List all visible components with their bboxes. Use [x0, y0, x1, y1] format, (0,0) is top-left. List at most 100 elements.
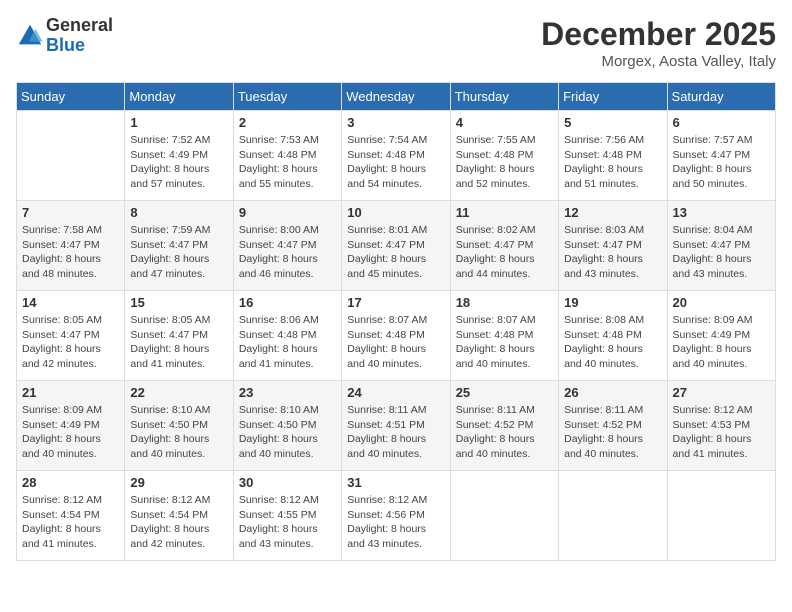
- cell-content: Sunrise: 8:11 AMSunset: 4:52 PMDaylight:…: [456, 403, 553, 462]
- day-number: 13: [673, 205, 770, 220]
- day-number: 12: [564, 205, 661, 220]
- day-number: 17: [347, 295, 444, 310]
- day-header-sunday: Sunday: [17, 83, 125, 111]
- day-number: 1: [130, 115, 227, 130]
- page-header: General Blue December 2025 Morgex, Aosta…: [16, 16, 776, 70]
- day-number: 27: [673, 385, 770, 400]
- day-number: 10: [347, 205, 444, 220]
- calendar-cell: 9 Sunrise: 8:00 AMSunset: 4:47 PMDaylight…: [233, 201, 341, 291]
- logo-icon: [16, 22, 44, 50]
- calendar-cell: 20Sunrise: 8:09 AMSunset: 4:49 PMDayligh…: [667, 291, 775, 381]
- calendar-cell: 6 Sunrise: 7:57 AMSunset: 4:47 PMDaylight…: [667, 111, 775, 201]
- day-number: 31: [347, 475, 444, 490]
- cell-content: Sunrise: 7:53 AMSunset: 4:48 PMDaylight:…: [239, 133, 336, 192]
- calendar-cell: 23 Sunrise: 8:10 AMSunset: 4:50 PMDayligh…: [233, 381, 341, 471]
- cell-content: Sunrise: 8:12 AMSunset: 4:53 PMDaylight:…: [673, 403, 770, 462]
- day-header-tuesday: Tuesday: [233, 83, 341, 111]
- calendar-cell: 31 Sunrise: 8:12 AMSunset: 4:56 PMDayligh…: [342, 471, 450, 561]
- day-number: 8: [130, 205, 227, 220]
- calendar-cell: 12 Sunrise: 8:03 AMSunset: 4:47 PMDayligh…: [559, 201, 667, 291]
- day-number: 2: [239, 115, 336, 130]
- cell-content: Sunrise: 8:02 AMSunset: 4:47 PMDaylight:…: [456, 223, 553, 282]
- cell-content: Sunrise: 8:12 AMSunset: 4:54 PMDaylight:…: [130, 493, 227, 552]
- day-number: 29: [130, 475, 227, 490]
- day-number: 6: [673, 115, 770, 130]
- cell-content: Sunrise: 8:00 AMSunset: 4:47 PMDaylight:…: [239, 223, 336, 282]
- cell-content: Sunrise: 8:05 AMSunset: 4:47 PMDaylight:…: [130, 313, 227, 372]
- day-header-wednesday: Wednesday: [342, 83, 450, 111]
- title-section: December 2025 Morgex, Aosta Valley, Ital…: [541, 16, 776, 70]
- logo: General Blue: [16, 16, 113, 56]
- cell-content: Sunrise: 8:04 AMSunset: 4:47 PMDaylight:…: [673, 223, 770, 282]
- calendar-cell: 2 Sunrise: 7:53 AMSunset: 4:48 PMDaylight…: [233, 111, 341, 201]
- day-number: 25: [456, 385, 553, 400]
- day-header-thursday: Thursday: [450, 83, 558, 111]
- calendar-cell: 14 Sunrise: 8:05 AMSunset: 4:47 PMDayligh…: [17, 291, 125, 381]
- calendar-week-row: 28Sunrise: 8:12 AMSunset: 4:54 PMDayligh…: [17, 471, 776, 561]
- calendar-cell: 24Sunrise: 8:11 AMSunset: 4:51 PMDayligh…: [342, 381, 450, 471]
- cell-content: Sunrise: 8:07 AMSunset: 4:48 PMDaylight:…: [347, 313, 444, 372]
- calendar-week-row: 1 Sunrise: 7:52 AMSunset: 4:49 PMDaylight…: [17, 111, 776, 201]
- day-number: 30: [239, 475, 336, 490]
- day-header-saturday: Saturday: [667, 83, 775, 111]
- cell-content: Sunrise: 8:08 AMSunset: 4:48 PMDaylight:…: [564, 313, 661, 372]
- calendar-cell: [17, 111, 125, 201]
- cell-content: Sunrise: 8:12 AMSunset: 4:56 PMDaylight:…: [347, 493, 444, 552]
- cell-content: Sunrise: 8:11 AMSunset: 4:52 PMDaylight:…: [564, 403, 661, 462]
- cell-content: Sunrise: 7:57 AMSunset: 4:47 PMDaylight:…: [673, 133, 770, 192]
- calendar-cell: 22Sunrise: 8:10 AMSunset: 4:50 PMDayligh…: [125, 381, 233, 471]
- day-number: 19: [564, 295, 661, 310]
- day-number: 9: [239, 205, 336, 220]
- day-number: 16: [239, 295, 336, 310]
- calendar-cell: 1 Sunrise: 7:52 AMSunset: 4:49 PMDaylight…: [125, 111, 233, 201]
- cell-content: Sunrise: 8:09 AMSunset: 4:49 PMDaylight:…: [22, 403, 119, 462]
- cell-content: Sunrise: 8:06 AMSunset: 4:48 PMDaylight:…: [239, 313, 336, 372]
- logo-general: General: [46, 16, 113, 36]
- calendar-cell: 27 Sunrise: 8:12 AMSunset: 4:53 PMDayligh…: [667, 381, 775, 471]
- cell-content: Sunrise: 8:12 AMSunset: 4:54 PMDaylight:…: [22, 493, 119, 552]
- cell-content: Sunrise: 7:54 AMSunset: 4:48 PMDaylight:…: [347, 133, 444, 192]
- day-number: 5: [564, 115, 661, 130]
- calendar-cell: 15 Sunrise: 8:05 AMSunset: 4:47 PMDayligh…: [125, 291, 233, 381]
- calendar-header-row: SundayMondayTuesdayWednesdayThursdayFrid…: [17, 83, 776, 111]
- day-header-monday: Monday: [125, 83, 233, 111]
- day-number: 26: [564, 385, 661, 400]
- cell-content: Sunrise: 7:58 AMSunset: 4:47 PMDaylight:…: [22, 223, 119, 282]
- day-number: 14: [22, 295, 119, 310]
- cell-content: Sunrise: 7:55 AMSunset: 4:48 PMDaylight:…: [456, 133, 553, 192]
- cell-content: Sunrise: 7:52 AMSunset: 4:49 PMDaylight:…: [130, 133, 227, 192]
- calendar-cell: 19 Sunrise: 8:08 AMSunset: 4:48 PMDayligh…: [559, 291, 667, 381]
- calendar-cell: 18Sunrise: 8:07 AMSunset: 4:48 PMDayligh…: [450, 291, 558, 381]
- calendar-cell: 28Sunrise: 8:12 AMSunset: 4:54 PMDayligh…: [17, 471, 125, 561]
- day-number: 22: [130, 385, 227, 400]
- calendar-cell: 16 Sunrise: 8:06 AMSunset: 4:48 PMDayligh…: [233, 291, 341, 381]
- day-number: 11: [456, 205, 553, 220]
- cell-content: Sunrise: 8:05 AMSunset: 4:47 PMDaylight:…: [22, 313, 119, 372]
- calendar-cell: [559, 471, 667, 561]
- cell-content: Sunrise: 7:59 AMSunset: 4:47 PMDaylight:…: [130, 223, 227, 282]
- calendar-cell: 4Sunrise: 7:55 AMSunset: 4:48 PMDaylight…: [450, 111, 558, 201]
- location: Morgex, Aosta Valley, Italy: [541, 53, 776, 70]
- logo-text: General Blue: [46, 16, 113, 56]
- calendar-week-row: 7Sunrise: 7:58 AMSunset: 4:47 PMDaylight…: [17, 201, 776, 291]
- cell-content: Sunrise: 8:03 AMSunset: 4:47 PMDaylight:…: [564, 223, 661, 282]
- day-number: 15: [130, 295, 227, 310]
- calendar-cell: 8 Sunrise: 7:59 AMSunset: 4:47 PMDaylight…: [125, 201, 233, 291]
- calendar-cell: 30 Sunrise: 8:12 AMSunset: 4:55 PMDayligh…: [233, 471, 341, 561]
- calendar-cell: 11 Sunrise: 8:02 AMSunset: 4:47 PMDayligh…: [450, 201, 558, 291]
- day-number: 23: [239, 385, 336, 400]
- calendar-cell: 3Sunrise: 7:54 AMSunset: 4:48 PMDaylight…: [342, 111, 450, 201]
- day-number: 24: [347, 385, 444, 400]
- calendar-cell: 21Sunrise: 8:09 AMSunset: 4:49 PMDayligh…: [17, 381, 125, 471]
- day-number: 20: [673, 295, 770, 310]
- cell-content: Sunrise: 8:07 AMSunset: 4:48 PMDaylight:…: [456, 313, 553, 372]
- month-title: December 2025: [541, 16, 776, 53]
- logo-blue: Blue: [46, 36, 113, 56]
- cell-content: Sunrise: 8:12 AMSunset: 4:55 PMDaylight:…: [239, 493, 336, 552]
- cell-content: Sunrise: 7:56 AMSunset: 4:48 PMDaylight:…: [564, 133, 661, 192]
- calendar-cell: 29 Sunrise: 8:12 AMSunset: 4:54 PMDayligh…: [125, 471, 233, 561]
- calendar-week-row: 14 Sunrise: 8:05 AMSunset: 4:47 PMDayligh…: [17, 291, 776, 381]
- calendar-cell: [667, 471, 775, 561]
- cell-content: Sunrise: 8:10 AMSunset: 4:50 PMDaylight:…: [239, 403, 336, 462]
- day-header-friday: Friday: [559, 83, 667, 111]
